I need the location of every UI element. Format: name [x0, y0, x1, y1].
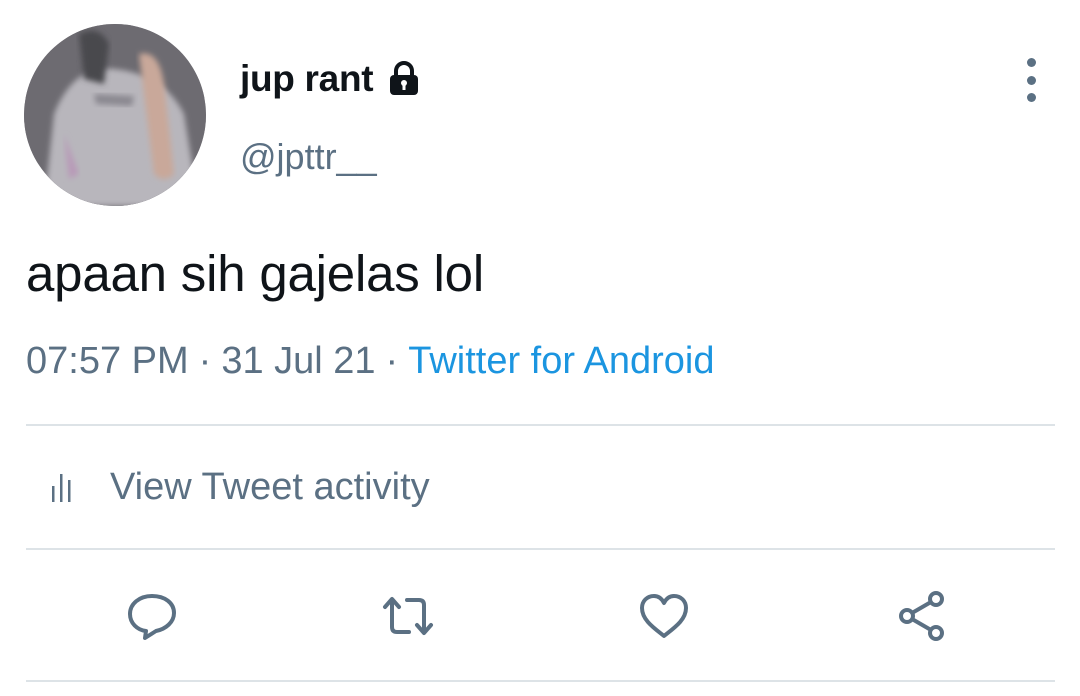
more-dot	[1026, 75, 1036, 85]
more-vertical-icon	[1026, 58, 1036, 67]
meta-separator: ·	[385, 340, 399, 382]
lock-icon	[385, 60, 423, 98]
avatar[interactable]	[24, 24, 206, 206]
more-options-button[interactable]	[1014, 58, 1048, 102]
tweet-text: apaan sih gajelas lol	[26, 245, 484, 302]
tweet-meta: 07:57 PM · 31 Jul 21 · Twitter for Android	[26, 340, 714, 383]
author-name-row[interactable]: jup rant	[240, 58, 423, 100]
tweet-source-link[interactable]: Twitter for Android	[408, 340, 714, 382]
reply-button[interactable]	[124, 588, 180, 644]
divider	[26, 548, 1055, 550]
display-name: jup rant	[240, 58, 374, 99]
view-tweet-activity-label: View Tweet activity	[110, 466, 430, 508]
retweet-button[interactable]	[380, 588, 436, 644]
tweet-date[interactable]: 31 Jul 21	[221, 340, 375, 382]
meta-separator: ·	[198, 340, 212, 382]
share-button[interactable]	[894, 588, 950, 644]
reply-icon	[128, 594, 176, 640]
analytics-icon	[50, 470, 80, 506]
share-icon	[899, 591, 944, 641]
avatar-photo	[24, 24, 206, 206]
divider	[26, 424, 1055, 426]
divider	[26, 680, 1055, 682]
more-dot	[1026, 93, 1036, 102]
heart-icon	[640, 594, 688, 638]
view-tweet-activity-button[interactable]: View Tweet activity	[50, 466, 430, 509]
like-button[interactable]	[636, 588, 692, 644]
tweet-time[interactable]: 07:57 PM	[26, 340, 189, 382]
retweet-icon	[383, 597, 433, 635]
author-handle[interactable]: @jpttr__	[240, 136, 377, 178]
